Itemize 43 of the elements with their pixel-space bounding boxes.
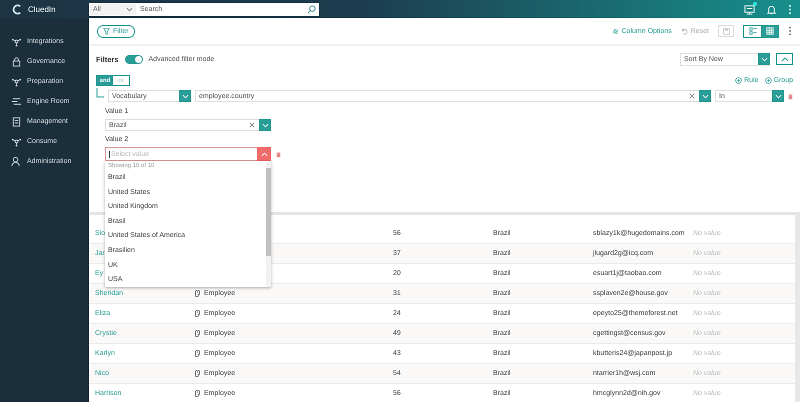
clear-icon[interactable]: [689, 93, 695, 99]
user-icon: [11, 156, 22, 166]
scrollbar[interactable]: [266, 161, 271, 287]
more-icon[interactable]: [788, 26, 792, 36]
list-icon: [748, 27, 756, 35]
monitor-icon[interactable]: [744, 4, 755, 14]
sliders-icon: [11, 96, 22, 106]
gear-icon: [612, 28, 618, 34]
chevron-down-icon: [262, 122, 268, 128]
trash-icon[interactable]: [788, 92, 793, 100]
chevron-down-icon: [702, 94, 708, 98]
entity-type-icon: [194, 310, 201, 317]
chevron-up-icon: [260, 152, 268, 156]
lock-icon: [11, 56, 22, 66]
advanced-filter-toggle[interactable]: [124, 54, 143, 64]
connector-line: [96, 88, 104, 98]
entity-type-icon: [194, 350, 201, 357]
grid-view-button[interactable]: [761, 26, 778, 36]
plus-circle-icon: [764, 77, 772, 84]
more-icon[interactable]: [788, 4, 792, 14]
chevron-down-icon: [774, 94, 782, 98]
chevron-up-icon: [780, 56, 788, 62]
trash-icon[interactable]: [276, 150, 281, 158]
app-name: CluedIn: [28, 4, 56, 14]
entity-type-icon: [194, 370, 201, 377]
funnel-icon: [103, 28, 110, 34]
save-button[interactable]: [718, 25, 734, 37]
plus-circle-icon: [735, 77, 742, 84]
bell-icon[interactable]: [766, 4, 777, 14]
chevron-down-icon: [126, 6, 133, 12]
entity-type-icon: [194, 330, 201, 337]
logo-icon: [12, 4, 23, 14]
floppy-icon: [722, 28, 730, 34]
entity-type-icon: [194, 390, 201, 397]
clipboard-icon: [11, 116, 22, 126]
grid-icon: [766, 27, 774, 35]
search-icon[interactable]: [307, 4, 316, 14]
entity-type-icon: [194, 290, 201, 297]
chevron-down-icon: [760, 56, 768, 62]
chevron-down-icon: [182, 94, 188, 98]
collapse-button[interactable]: [776, 53, 793, 65]
clear-icon[interactable]: [249, 122, 255, 128]
undo-icon: [680, 28, 688, 34]
